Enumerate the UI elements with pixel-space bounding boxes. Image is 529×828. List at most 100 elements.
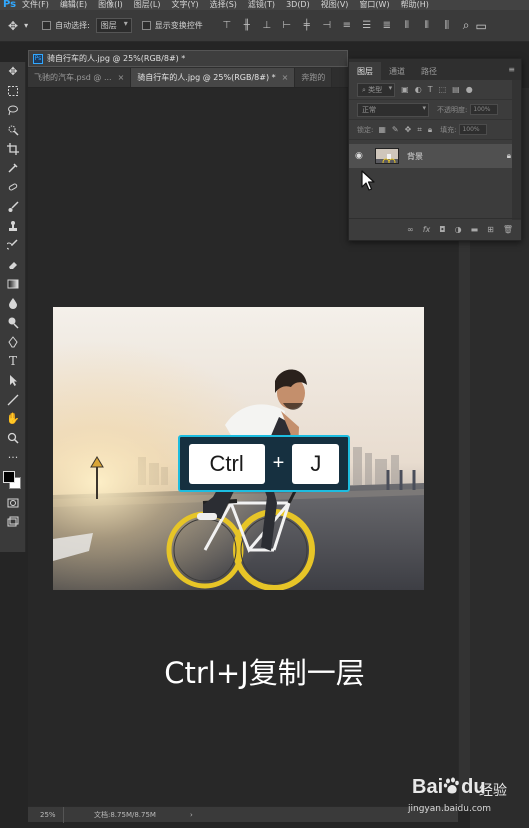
zoom-tool-icon[interactable] — [0, 429, 26, 448]
tab-paths[interactable]: 路径 — [413, 62, 445, 80]
tab-layers[interactable]: 图层 — [349, 62, 381, 80]
delete-layer-icon[interactable]: 🗑︎ — [503, 225, 513, 234]
lock-all-icon[interactable]: 🔒︎ — [428, 125, 432, 135]
menu-filter[interactable]: 滤镜(T) — [248, 0, 275, 10]
new-layer-icon[interactable]: ⊞ — [487, 225, 494, 234]
add-mask-icon[interactable]: ◘ — [439, 225, 445, 234]
lock-paint-icon[interactable]: ✎ — [392, 125, 399, 135]
fill-label: 填充: — [440, 125, 457, 134]
menu-image[interactable]: 图像(I) — [98, 0, 123, 10]
quick-select-tool-icon[interactable] — [0, 120, 26, 139]
more-tools-icon[interactable]: ··· — [0, 448, 26, 467]
menu-help[interactable]: 帮助(H) — [401, 0, 429, 10]
fx-icon[interactable]: fx — [423, 225, 431, 234]
blur-tool-icon[interactable] — [0, 294, 26, 313]
auto-align-icon[interactable]: ⫼ — [437, 20, 457, 31]
paw-icon — [443, 777, 459, 794]
crop-tool-icon[interactable] — [0, 139, 26, 158]
tab-car-psd[interactable]: 飞驰的汽车.psd @ ... × — [28, 68, 132, 87]
chevron-down-icon[interactable]: ▾ — [24, 21, 28, 30]
panel-menu-icon[interactable]: ≡ — [508, 65, 515, 74]
lock-transparent-icon[interactable]: ▦ — [378, 125, 386, 135]
clone-stamp-tool-icon[interactable] — [0, 216, 26, 235]
move-tool-icon[interactable]: ✥ — [8, 19, 18, 33]
menu-type[interactable]: 文字(Y) — [171, 0, 198, 10]
tab-channels[interactable]: 通道 — [381, 62, 413, 80]
path-selection-tool-icon[interactable] — [0, 371, 26, 390]
color-swatches[interactable] — [0, 467, 25, 493]
filter-toggle-icon[interactable]: ● — [466, 85, 473, 94]
history-brush-tool-icon[interactable] — [0, 236, 26, 255]
eyedropper-tool-icon[interactable] — [0, 158, 26, 177]
line-tool-icon[interactable] — [0, 390, 26, 409]
fill-input[interactable]: 100% — [459, 124, 488, 135]
layer-thumbnail — [375, 148, 399, 164]
zoom-level[interactable]: 25% — [28, 806, 64, 823]
distribute-vcenter-icon[interactable]: ☰ — [357, 20, 377, 31]
auto-select-dropdown[interactable]: 图层 — [95, 18, 132, 33]
lock-artboard-icon[interactable]: ⌗ — [417, 125, 422, 135]
menu-file[interactable]: 文件(F) — [22, 0, 49, 10]
eraser-tool-icon[interactable] — [0, 255, 26, 274]
close-icon[interactable]: × — [282, 73, 289, 82]
baidu-watermark: Bai du 经验 jingyan.baidu.com — [402, 772, 522, 822]
align-bottom-icon[interactable]: ⊥ — [257, 20, 277, 31]
align-top-icon[interactable]: ⊤ — [217, 20, 237, 31]
new-group-icon[interactable]: ▬ — [471, 225, 479, 234]
layer-filter-dropdown[interactable]: ⌕ 类型 — [357, 82, 396, 97]
pixel-filter-icon[interactable]: ▣ — [401, 85, 409, 94]
floating-document-title[interactable]: Ps 骑自行车的人.jpg @ 25%(RGB/8#) * — [28, 50, 348, 67]
status-menu-arrow[interactable]: › — [190, 811, 193, 819]
distribute-left-icon[interactable]: ⦀ — [397, 20, 417, 31]
menu-view[interactable]: 视图(V) — [321, 0, 349, 10]
workspace-icon[interactable]: ▭ — [476, 19, 487, 33]
quick-mask-icon[interactable] — [0, 493, 26, 512]
eye-icon[interactable]: ◉ — [355, 151, 369, 161]
adjustment-layer-icon[interactable]: ◑ — [455, 225, 462, 234]
auto-select-checkbox[interactable] — [42, 21, 52, 30]
distribute-hcenter-icon[interactable]: ⫴ — [417, 20, 437, 31]
smart-object-filter-icon[interactable]: ▤ — [452, 85, 460, 94]
blend-mode-dropdown[interactable]: 正常 — [357, 102, 429, 117]
opacity-input[interactable]: 100% — [470, 104, 499, 115]
panel-scrollbar[interactable] — [512, 80, 521, 220]
menu-select[interactable]: 选择(S) — [210, 0, 237, 10]
move-tool-icon[interactable]: ✥ — [0, 62, 26, 81]
hand-tool-icon[interactable]: ✋ — [0, 409, 26, 428]
filter-icons: ▣ ◐ T ⬚ ▤ ● — [401, 85, 473, 94]
marquee-tool-icon[interactable] — [0, 81, 26, 100]
healing-brush-tool-icon[interactable] — [0, 178, 26, 197]
close-icon[interactable]: × — [118, 73, 125, 82]
show-transform-checkbox[interactable] — [141, 21, 151, 30]
tab-running[interactable]: 奔跑的 — [295, 68, 333, 87]
lock-icon[interactable]: 🔒︎ — [507, 151, 511, 161]
link-layers-icon[interactable]: ∞ — [407, 225, 414, 234]
type-filter-icon[interactable]: T — [428, 85, 433, 94]
distribute-top-icon[interactable]: ≡ — [337, 20, 357, 31]
type-tool-icon[interactable]: T — [0, 351, 26, 370]
dodge-tool-icon[interactable] — [0, 313, 26, 332]
pen-tool-icon[interactable] — [0, 332, 26, 351]
screen-mode-icon[interactable] — [0, 513, 26, 532]
align-left-icon[interactable]: ⊢ — [277, 20, 297, 31]
distribute-bottom-icon[interactable]: ≣ — [377, 20, 397, 31]
brush-tool-icon[interactable] — [0, 197, 26, 216]
options-bar: ✥ ▾ 自动选择: 图层 显示变换控件 ⊤ ╫ ⊥ ⊢ ╪ ⊣ ≡ ☰ ≣ ⦀ … — [0, 10, 529, 42]
align-hcenter-icon[interactable]: ╪ — [297, 20, 317, 31]
menu-window[interactable]: 窗口(W) — [359, 0, 389, 10]
menu-3d[interactable]: 3D(D) — [286, 0, 310, 10]
layer-name: 背景 — [407, 151, 423, 161]
menu-edit[interactable]: 编辑(E) — [60, 0, 87, 10]
align-vcenter-icon[interactable]: ╫ — [237, 20, 257, 31]
gradient-tool-icon[interactable] — [0, 274, 26, 293]
tab-cyclist-jpg[interactable]: 骑自行车的人.jpg @ 25%(RGB/8#) * × — [131, 68, 296, 87]
lasso-tool-icon[interactable] — [0, 101, 26, 120]
lock-position-icon[interactable]: ✥ — [405, 125, 412, 135]
layer-background[interactable]: ◉ 背景 🔒︎ — [349, 144, 521, 168]
shape-filter-icon[interactable]: ⬚ — [439, 85, 447, 94]
menu-layer[interactable]: 图层(L) — [134, 0, 161, 10]
foreground-color-swatch[interactable] — [3, 471, 15, 484]
align-right-icon[interactable]: ⊣ — [317, 20, 337, 31]
search-icon[interactable]: ⌕ — [463, 18, 470, 33]
adjustment-filter-icon[interactable]: ◐ — [415, 85, 422, 94]
